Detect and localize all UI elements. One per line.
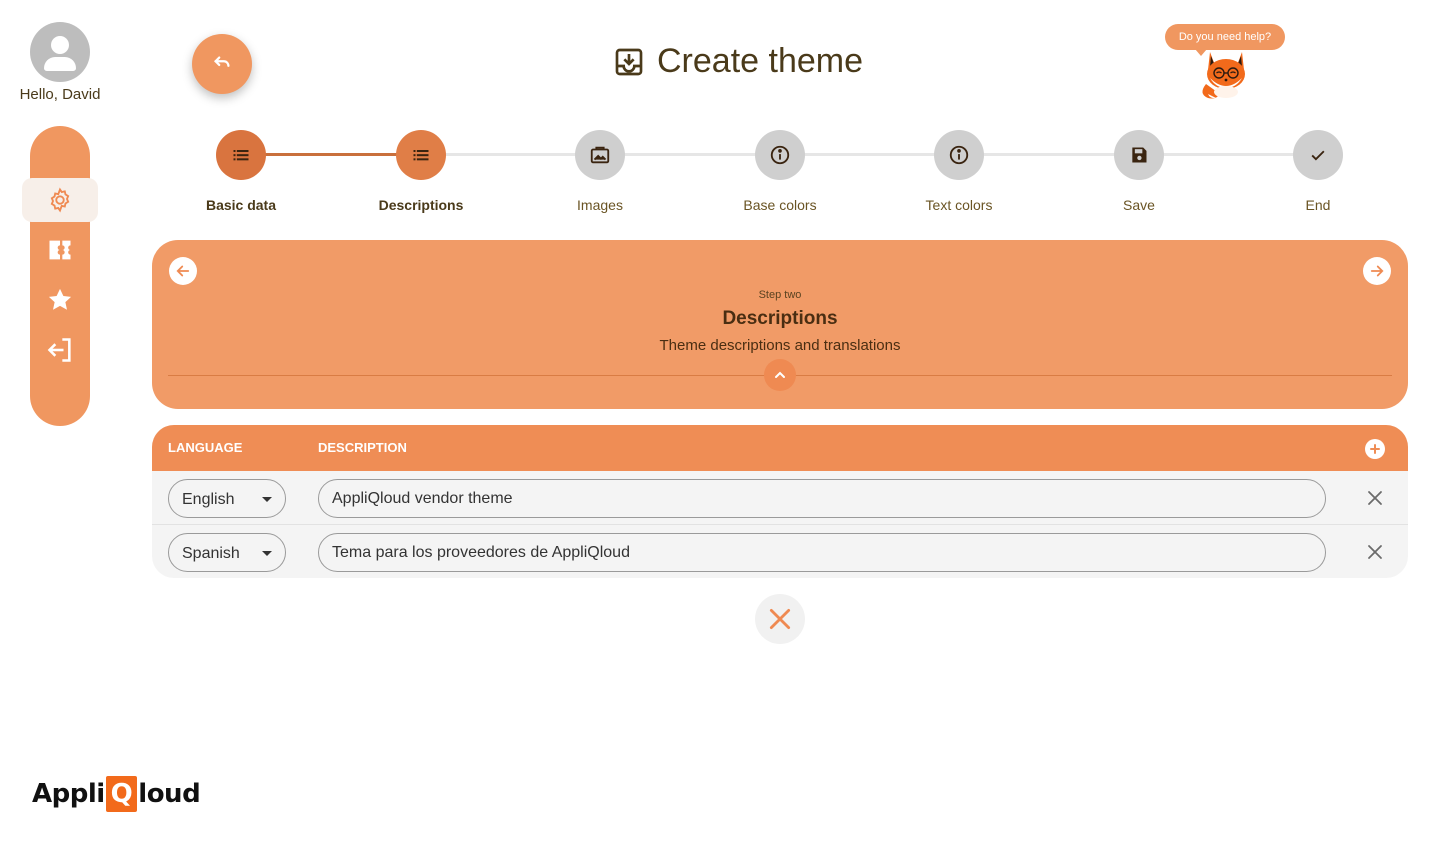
language-select-value: English [182, 491, 235, 508]
page-title: Create theme [613, 42, 863, 81]
caret-down-icon [262, 551, 272, 556]
page-title-text: Create theme [657, 42, 863, 80]
table-header: LANGUAGE DESCRIPTION [152, 425, 1408, 471]
column-header-description: DESCRIPTION [318, 440, 407, 455]
star-icon [48, 288, 72, 310]
back-button[interactable] [192, 34, 252, 94]
info-icon [949, 145, 969, 165]
step-text-colors[interactable]: Text colors [889, 130, 1029, 213]
add-row-button[interactable] [1365, 439, 1385, 459]
step-label: Images [577, 197, 623, 213]
step-basic-data[interactable]: Basic data [171, 130, 311, 213]
arrow-left-icon [176, 265, 190, 277]
nav-themes-settings[interactable] [22, 178, 98, 222]
next-step-button[interactable] [1363, 257, 1391, 285]
save-alt-icon [615, 48, 643, 75]
language-select[interactable]: English [168, 479, 286, 518]
user-greeting: Hello, David [19, 86, 101, 103]
table-row: English [152, 471, 1408, 524]
info-icon [770, 145, 790, 165]
list-icon [413, 150, 429, 161]
logo-text-end: loud [138, 779, 201, 809]
descriptions-table: LANGUAGE DESCRIPTION English Spanish [152, 425, 1408, 578]
avatar[interactable] [30, 22, 90, 82]
ticket-icon [49, 240, 71, 260]
logo-text-start: Appli [32, 779, 105, 809]
nav-tickets[interactable] [30, 228, 90, 272]
previous-step-button[interactable] [169, 257, 197, 285]
step-label: End [1305, 197, 1331, 213]
fox-mascot-icon[interactable] [1196, 44, 1256, 100]
save-icon [1132, 147, 1147, 163]
collapse-button[interactable] [764, 359, 796, 391]
undo-icon [214, 56, 230, 67]
list-icon [233, 150, 249, 161]
step-save[interactable]: Save [1069, 130, 1209, 213]
remove-row-button[interactable] [1366, 489, 1384, 507]
column-header-language: LANGUAGE [168, 440, 243, 455]
remove-row-button[interactable] [1366, 543, 1384, 561]
logout-icon [47, 338, 71, 362]
description-input[interactable] [318, 479, 1326, 518]
step-label: Basic data [205, 197, 277, 213]
step-label: Descriptions [378, 197, 464, 213]
step-number: Step two [758, 289, 802, 301]
nav-favorites[interactable] [30, 278, 90, 322]
chevron-up-icon [775, 371, 785, 378]
step-label: Text colors [925, 197, 993, 213]
check-icon [1311, 150, 1325, 161]
user-profile: Hello, David [10, 22, 110, 103]
image-icon [590, 146, 610, 164]
close-icon [769, 608, 791, 630]
plus-icon [1370, 444, 1380, 454]
cancel-button[interactable] [755, 594, 805, 644]
nav-logout[interactable] [30, 328, 90, 372]
language-select-value: Spanish [182, 545, 240, 562]
side-navigation [22, 126, 98, 426]
stepper: Basic data Descriptions Images Base colo… [152, 130, 1408, 220]
step-descriptions[interactable]: Descriptions [351, 130, 491, 213]
palette-gear-icon [50, 187, 70, 213]
step-info-card: Step two Descriptions Theme descriptions… [152, 240, 1408, 409]
table-row: Spanish [152, 524, 1408, 577]
step-images[interactable]: Images [530, 130, 670, 213]
arrow-right-icon [1370, 265, 1384, 277]
step-title: Descriptions [722, 308, 838, 329]
appliqloud-logo: Appli Qloud [32, 776, 201, 812]
language-select[interactable]: Spanish [168, 533, 286, 572]
logo-q-mark: Q [105, 776, 138, 812]
step-label: Save [1123, 197, 1155, 213]
description-input[interactable] [318, 533, 1326, 572]
step-base-colors[interactable]: Base colors [710, 130, 850, 213]
step-subtitle: Theme descriptions and translations [659, 337, 901, 354]
step-end[interactable]: End [1248, 130, 1388, 213]
step-label: Base colors [743, 197, 817, 213]
caret-down-icon [262, 497, 272, 502]
